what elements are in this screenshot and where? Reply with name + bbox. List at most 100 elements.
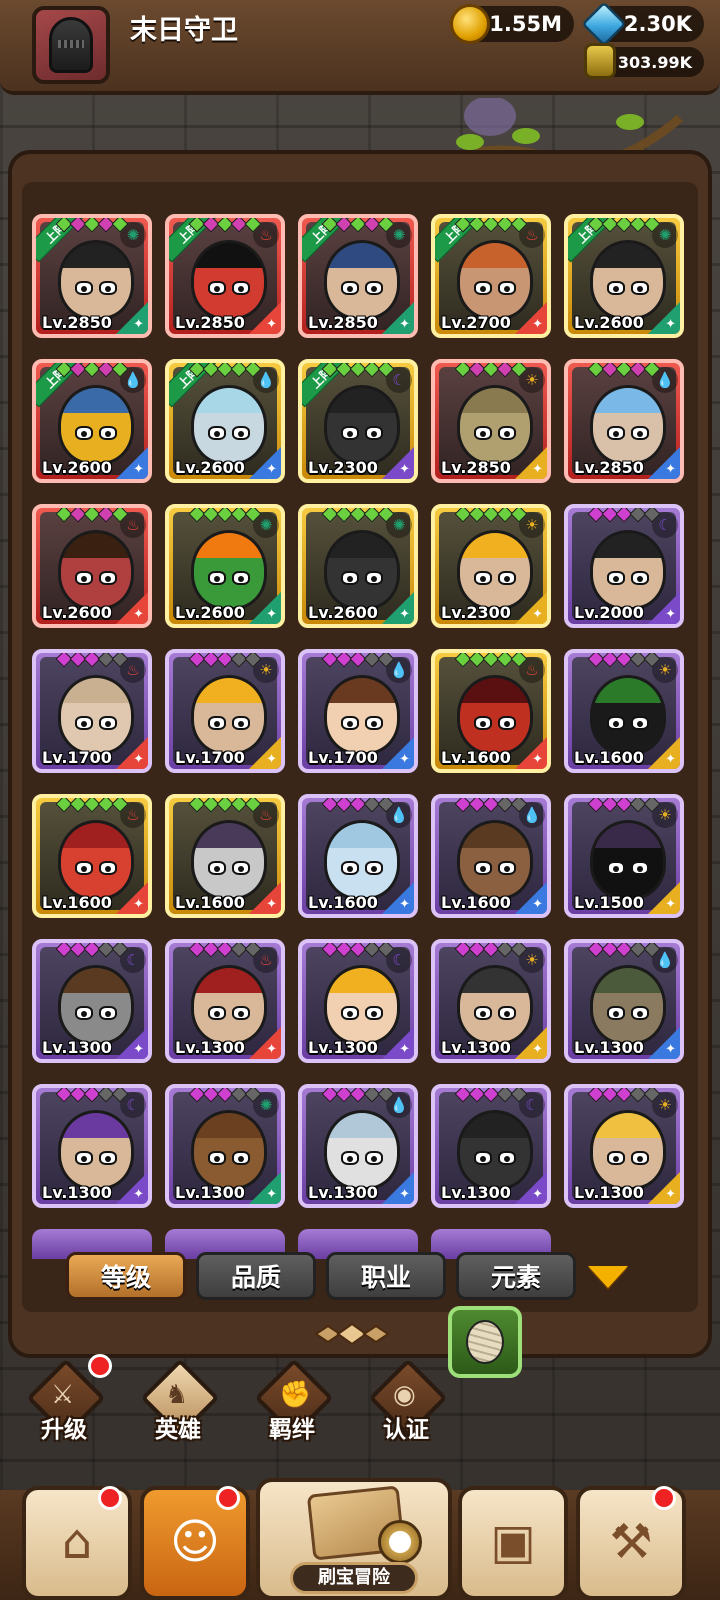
gold-coin-icon	[450, 4, 490, 44]
hero-level: Lv.1700	[42, 748, 112, 767]
eye	[232, 1151, 250, 1165]
hero-card[interactable]: 上阵 ✺ ✦ Lv.2850	[32, 214, 152, 338]
hero-card[interactable]: 上阵 ♨ ✦ Lv.2850	[165, 214, 285, 338]
hero-card[interactable]: 上阵 ♨ ✦ Lv.2700	[431, 214, 551, 338]
hero-card[interactable]: ☾ ✦ Lv.1300	[431, 1084, 551, 1208]
hero-portrait	[58, 385, 134, 465]
star-icon	[111, 363, 129, 378]
subnav-certify[interactable]: ◉ 认证	[356, 1358, 456, 1443]
hero-card[interactable]: ♨ ✦ Lv.1700	[32, 649, 152, 773]
hero-eyes	[75, 1151, 117, 1165]
eye	[365, 281, 383, 295]
star-icon	[510, 653, 528, 668]
hero-card[interactable]: 💧 ✦ Lv.1300	[564, 939, 684, 1063]
hero-card[interactable]: 上阵 ☾ ✦ Lv.2300	[298, 359, 418, 483]
star-icon	[510, 218, 528, 233]
hero-level: Lv.1300	[308, 1038, 378, 1057]
hero-eyes	[341, 716, 383, 730]
hero-eyes	[208, 426, 250, 440]
hero-level: Lv.2700	[441, 313, 511, 332]
star-rating	[36, 363, 148, 378]
hero-portrait	[457, 820, 533, 900]
gem-counter[interactable]: 2.30K	[581, 1, 704, 47]
hero-card[interactable]: 💧 ✦ Lv.1300	[298, 1084, 418, 1208]
eye	[474, 571, 492, 585]
top-bar: 末日守卫 1.55M 2.30K 303.99K	[0, 0, 720, 95]
player-name: 末日守卫	[130, 15, 238, 46]
hero-card[interactable]: ☀ ✦ Lv.1600	[564, 649, 684, 773]
hero-card[interactable]: ☾ ✦ Lv.2000	[564, 504, 684, 628]
hero-card[interactable]: ♨ ✦ Lv.1300	[165, 939, 285, 1063]
eye	[208, 1006, 226, 1020]
eye	[631, 1151, 649, 1165]
hero-card[interactable]: ☀ ✦ Lv.2850	[431, 359, 551, 483]
eye	[607, 1006, 625, 1020]
star-icon	[244, 508, 262, 523]
hero-level: Lv.1300	[175, 1038, 245, 1057]
filter-quality-tab[interactable]: 品质	[196, 1252, 316, 1300]
subnav-bond[interactable]: ✊ 羁绊	[242, 1358, 342, 1443]
hero-card[interactable]: ☀ ✦ Lv.1500	[564, 794, 684, 918]
hero-card[interactable]: ☾ ✦ Lv.1300	[32, 939, 152, 1063]
hero-card[interactable]: 上阵 💧 ✦ Lv.2600	[165, 359, 285, 483]
subnav-upgrade[interactable]: ⚔ 升级	[14, 1354, 114, 1443]
hero-eyes	[607, 281, 649, 295]
hero-card[interactable]: ✺ ✦ Lv.2600	[298, 504, 418, 628]
hero-card[interactable]: ♨ ✦ Lv.1600	[431, 649, 551, 773]
hero-card[interactable]: 💧 ✦ Lv.1600	[298, 794, 418, 918]
hero-card[interactable]: ☀ ✦ Lv.1300	[431, 939, 551, 1063]
mummy-hero-shortcut[interactable]	[448, 1306, 522, 1378]
hero-card[interactable]: 💧 ✦ Lv.2850	[564, 359, 684, 483]
hero-card[interactable]: 💧 ✦ Lv.1600	[431, 794, 551, 918]
eye	[498, 281, 516, 295]
gold-counter[interactable]: 1.55M	[450, 4, 574, 44]
hero-card[interactable]: ♨ ✦ Lv.2600	[32, 504, 152, 628]
filter-level-tab[interactable]: 等级	[66, 1252, 186, 1300]
hero-card[interactable]: 上阵 ✺ ✦ Lv.2850	[298, 214, 418, 338]
hero-card[interactable]: 💧 ✦ Lv.1700	[298, 649, 418, 773]
ornament-diamonds	[314, 1322, 390, 1346]
star-rating	[169, 943, 281, 958]
subnav-heroes[interactable]: ♞ 英雄	[128, 1358, 228, 1443]
eye	[365, 716, 383, 730]
filter-element-tab[interactable]: 元素	[456, 1252, 576, 1300]
star-rating	[568, 798, 680, 813]
eye	[631, 281, 649, 295]
sword-icon: ⚔	[51, 1380, 75, 1410]
hero-card[interactable]: ☀ ✦ Lv.1300	[564, 1084, 684, 1208]
treasure-adventure-button[interactable]: 刷宝冒险	[256, 1478, 452, 1600]
forge-button[interactable]: ⚒	[576, 1486, 686, 1600]
hero-card[interactable]: ✺ ✦ Lv.1300	[165, 1084, 285, 1208]
hero-level: Lv.2600	[175, 458, 245, 477]
star-rating	[302, 943, 414, 958]
star-icon	[510, 943, 528, 958]
hero-portrait	[324, 1110, 400, 1190]
hero-card[interactable]: ☀ ✦ Lv.1700	[165, 649, 285, 773]
hero-card[interactable]: ✺ ✦ Lv.2600	[165, 504, 285, 628]
star-rating	[568, 943, 680, 958]
hero-card[interactable]: ☾ ✦ Lv.1300	[32, 1084, 152, 1208]
hero-level: Lv.1300	[175, 1183, 245, 1202]
hammer-icon: ⚒	[609, 1514, 653, 1570]
shop-button[interactable]: ⌂	[22, 1486, 132, 1600]
hero-level: Lv.1600	[175, 893, 245, 912]
scroll-counter[interactable]: 303.99K	[584, 43, 704, 79]
heroes-button[interactable]: ☺	[140, 1486, 250, 1600]
star-rating	[568, 653, 680, 668]
hero-portrait-icon: ☺	[169, 1514, 221, 1570]
hero-card[interactable]: ☾ ✦ Lv.1300	[298, 939, 418, 1063]
hero-card[interactable]: ♨ ✦ Lv.1600	[165, 794, 285, 918]
hero-card[interactable]: 上阵 💧 ✦ Lv.2600	[32, 359, 152, 483]
sort-dropdown-arrow-icon[interactable]	[588, 1266, 628, 1288]
star-rating	[435, 1088, 547, 1103]
hero-card[interactable]: ♨ ✦ Lv.1600	[32, 794, 152, 918]
hero-card[interactable]: ☀ ✦ Lv.2300	[431, 504, 551, 628]
notification-dot	[216, 1486, 240, 1510]
star-rating	[435, 508, 547, 523]
filter-class-tab[interactable]: 职业	[326, 1252, 446, 1300]
eye	[631, 1006, 649, 1020]
player-avatar[interactable]	[32, 6, 110, 84]
inventory-button[interactable]: ▣	[458, 1486, 568, 1600]
hero-card[interactable]: 上阵 ✺ ✦ Lv.2600	[564, 214, 684, 338]
hero-portrait	[590, 1110, 666, 1190]
